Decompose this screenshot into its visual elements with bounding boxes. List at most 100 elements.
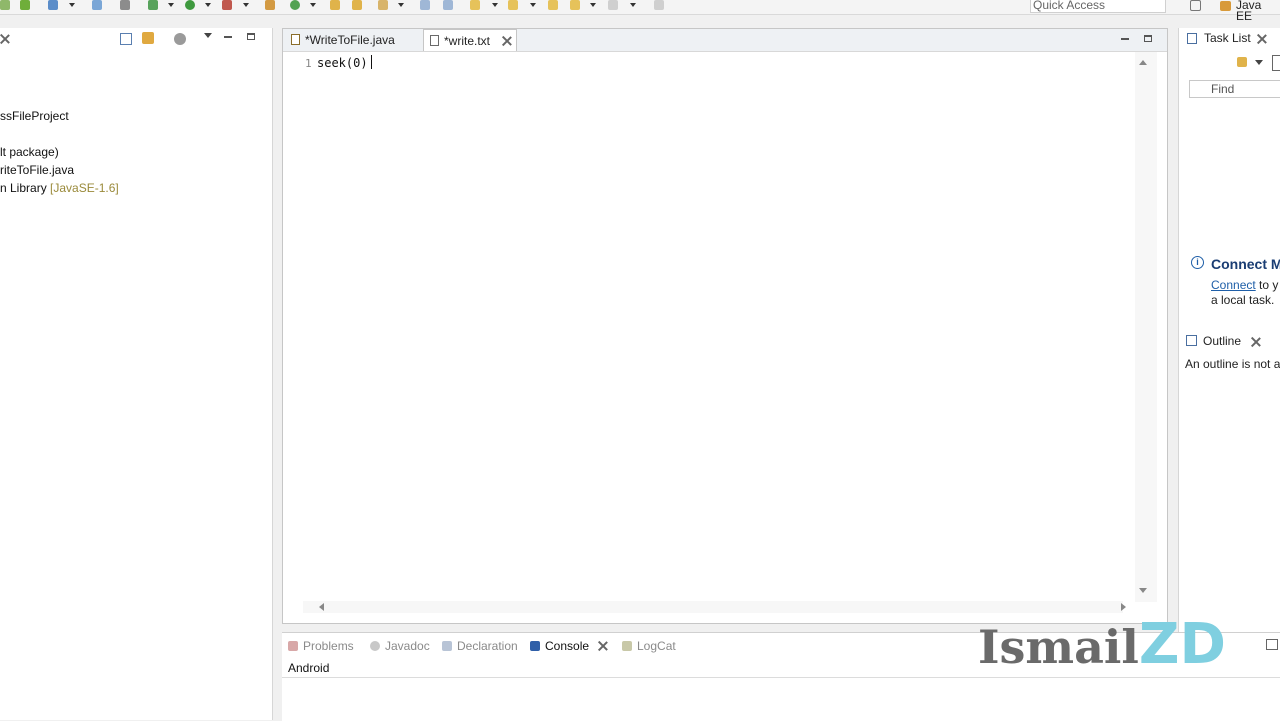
scroll-up-icon[interactable] xyxy=(1139,60,1147,65)
tree-item-project[interactable]: ssFileProject xyxy=(0,109,69,123)
close-icon[interactable] xyxy=(0,34,10,44)
toolbar-icon-1[interactable] xyxy=(0,0,10,10)
chevron-down-icon[interactable] xyxy=(530,3,536,7)
document-icon[interactable] xyxy=(420,0,430,10)
external-tools-icon[interactable] xyxy=(222,0,232,10)
tools-icon[interactable] xyxy=(120,0,130,10)
connect-link[interactable]: Connect xyxy=(1211,278,1256,292)
text-editor[interactable]: 1 seek(0) xyxy=(283,52,1133,604)
tab-writetofile-java[interactable]: *WriteToFile.java xyxy=(285,29,421,51)
tab-write-txt[interactable]: *write.txt xyxy=(423,29,517,51)
vertical-scrollbar[interactable] xyxy=(1135,52,1157,602)
close-icon[interactable] xyxy=(1251,337,1261,347)
tree-item-package[interactable]: lt package) xyxy=(0,145,59,159)
text-cursor xyxy=(371,55,372,69)
open-folder-icon[interactable] xyxy=(330,0,340,10)
maximize-icon[interactable] xyxy=(1144,35,1152,42)
tab-label: Javadoc xyxy=(385,639,430,653)
pin-icon[interactable] xyxy=(654,0,664,10)
task-find-input[interactable]: Find xyxy=(1189,80,1280,98)
new-task-icon[interactable] xyxy=(1237,57,1247,67)
chevron-down-icon[interactable] xyxy=(630,3,636,7)
java-file-icon xyxy=(291,34,300,45)
run-icon[interactable] xyxy=(185,0,195,10)
code-line[interactable]: seek(0) xyxy=(317,56,368,70)
back-icon[interactable] xyxy=(548,0,558,10)
java-ee-icon xyxy=(1220,1,1231,11)
text-file-icon xyxy=(430,35,439,46)
chevron-down-icon[interactable] xyxy=(492,3,498,7)
maximize-icon[interactable] xyxy=(247,33,255,40)
tab-label: Problems xyxy=(303,639,354,653)
tab-problems[interactable]: Problems xyxy=(286,637,354,655)
connect-text: Connect to y a local task. xyxy=(1211,278,1278,308)
minimize-icon[interactable] xyxy=(1121,38,1129,40)
editor-area: *WriteToFile.java *write.txt 1 seek(0) xyxy=(282,28,1168,624)
tree-item-jre-library[interactable]: n Library [JavaSE-1.6] xyxy=(0,181,119,195)
tab-logcat[interactable]: LogCat xyxy=(620,637,676,655)
console-icon xyxy=(530,641,540,651)
collapse-all-icon[interactable] xyxy=(120,33,132,45)
refresh-icon[interactable] xyxy=(290,0,300,10)
tree-item-label: ssFileProject xyxy=(0,109,69,123)
close-icon[interactable] xyxy=(1257,34,1267,44)
paragraph-icon[interactable] xyxy=(443,0,453,10)
task-list-title[interactable]: Task List xyxy=(1204,31,1251,45)
close-icon[interactable] xyxy=(598,641,608,651)
chevron-down-icon[interactable] xyxy=(168,3,174,7)
chevron-down-icon[interactable] xyxy=(69,3,75,7)
scroll-down-icon[interactable] xyxy=(1139,588,1147,593)
prev-annotation-icon[interactable] xyxy=(508,0,518,10)
open-perspective-icon[interactable] xyxy=(1190,0,1201,11)
perspective-java-ee[interactable]: Java EE xyxy=(1218,0,1280,22)
package-explorer-panel: ssFileProject lt package) riteToFile.jav… xyxy=(0,28,273,720)
info-icon: i xyxy=(1191,256,1204,269)
minimize-icon[interactable] xyxy=(224,36,232,38)
tab-javadoc[interactable]: Javadoc xyxy=(368,637,430,655)
tab-console[interactable]: Console xyxy=(528,637,589,655)
forward-arrow-icon[interactable] xyxy=(608,0,618,10)
quick-access-input[interactable]: Quick Access xyxy=(1030,0,1166,13)
connect-text-2: a local task. xyxy=(1211,293,1275,307)
back-arrow-icon[interactable] xyxy=(570,0,580,10)
chevron-down-icon[interactable] xyxy=(1255,60,1263,65)
chevron-down-icon[interactable] xyxy=(590,3,596,7)
new-class-icon[interactable] xyxy=(265,0,275,10)
chevron-down-icon[interactable] xyxy=(205,3,211,7)
chevron-down-icon[interactable] xyxy=(310,3,316,7)
save-icon[interactable] xyxy=(20,0,30,10)
chevron-down-icon[interactable] xyxy=(398,3,404,7)
watermark-logo: IsmailZD xyxy=(978,612,1238,678)
outline-title[interactable]: Outline xyxy=(1203,334,1241,348)
debug-icon[interactable] xyxy=(148,0,158,10)
task-view-icon[interactable] xyxy=(1272,55,1280,71)
tab-declaration[interactable]: Declaration xyxy=(440,637,518,655)
watermark-text-1: Ismail xyxy=(978,620,1139,674)
checklist-icon[interactable] xyxy=(48,0,58,10)
scroll-left-icon[interactable] xyxy=(319,603,324,611)
scroll-right-icon[interactable] xyxy=(1121,603,1126,611)
console-toolbar-icon[interactable] xyxy=(1266,639,1278,650)
build-icon[interactable] xyxy=(92,0,102,10)
next-annotation-icon[interactable] xyxy=(470,0,480,10)
link-editor-icon[interactable] xyxy=(142,32,154,44)
close-icon[interactable] xyxy=(502,36,512,46)
chevron-down-icon[interactable] xyxy=(243,3,249,7)
tree-item-label: lt package) xyxy=(0,145,59,159)
tree-item-label: n Library xyxy=(0,181,47,195)
tab-label: *write.txt xyxy=(444,34,491,48)
filter-icon[interactable] xyxy=(174,33,186,45)
pencil-icon[interactable] xyxy=(378,0,388,10)
tree-item-label: riteToFile.java xyxy=(0,163,75,177)
tab-label: LogCat xyxy=(637,639,676,653)
view-menu-icon[interactable] xyxy=(204,33,212,38)
task-list-icon xyxy=(1187,33,1197,44)
editor-tabbar: *WriteToFile.java *write.txt xyxy=(283,29,1167,52)
tree-item-java-file[interactable]: riteToFile.java xyxy=(0,163,74,177)
line-number: 1 xyxy=(305,57,312,70)
open-type-icon[interactable] xyxy=(352,0,362,10)
perspective-label: Java EE xyxy=(1236,0,1262,23)
outline-message: An outline is not a xyxy=(1185,357,1280,371)
at-sign-icon xyxy=(370,641,380,651)
logcat-icon xyxy=(622,641,632,651)
